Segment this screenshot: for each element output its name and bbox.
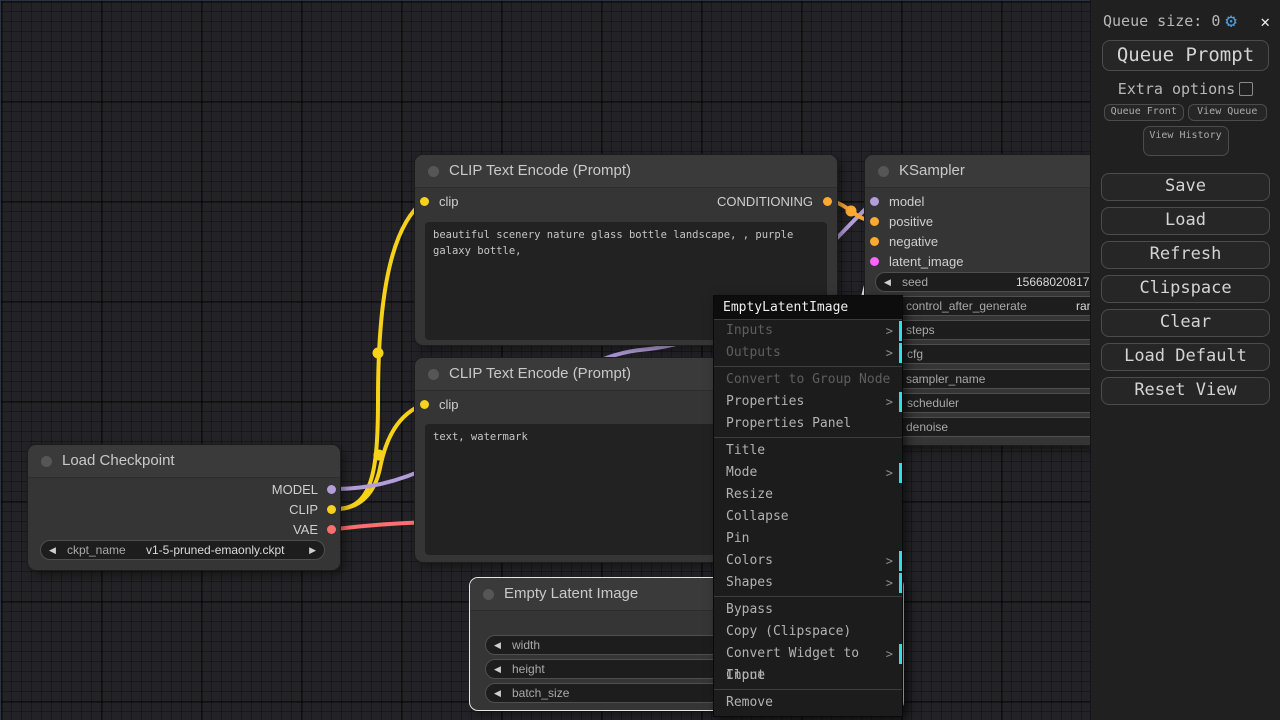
node-title: CLIP Text Encode (Prompt) (449, 365, 632, 382)
node-title: KSampler (899, 162, 965, 179)
queue-size-label: Queue size: 0 (1103, 12, 1221, 30)
menu-separator (714, 689, 902, 690)
submenu-bar (899, 392, 902, 412)
save-button[interactable]: Save (1101, 173, 1270, 201)
submenu-arrow-icon: > (885, 346, 893, 360)
input-label: negative (889, 234, 939, 249)
collapse-dot[interactable] (428, 369, 439, 380)
menu-item-copy-clipspace[interactable]: Copy (Clipspace) (714, 621, 902, 643)
input-slot-latent-image[interactable] (870, 257, 879, 266)
submenu-arrow-icon: > (885, 647, 893, 661)
input-slot-model[interactable] (870, 197, 879, 206)
collapse-dot[interactable] (41, 456, 52, 467)
prev-arrow-icon[interactable]: ◀ (49, 541, 56, 559)
queue-prompt-button[interactable]: Queue Prompt (1102, 40, 1269, 71)
submenu-bar (899, 551, 902, 571)
input-slot-clip[interactable] (420, 400, 429, 409)
menu-item-title[interactable]: Title (714, 440, 902, 462)
load-default-button[interactable]: Load Default (1101, 343, 1270, 371)
context-menu-title: EmptyLatentImage (714, 296, 902, 320)
submenu-bar (899, 573, 902, 593)
input-slot-negative[interactable] (870, 237, 879, 246)
clear-button[interactable]: Clear (1101, 309, 1270, 337)
output-label: MODEL (271, 482, 318, 497)
collapse-dot[interactable] (878, 166, 889, 177)
clipspace-button[interactable]: Clipspace (1101, 275, 1270, 303)
submenu-bar (899, 343, 902, 363)
output-label: CLIP (289, 502, 318, 517)
node-title: Load Checkpoint (62, 452, 175, 469)
output-slot-model[interactable] (327, 485, 336, 494)
collapse-dot[interactable] (428, 166, 439, 177)
submenu-arrow-icon: > (885, 466, 893, 480)
submenu-arrow-icon: > (885, 554, 893, 568)
input-label: clip (439, 194, 459, 209)
menu-item-collapse[interactable]: Collapse (714, 506, 902, 528)
decrement-arrow-icon[interactable]: ◀ (494, 660, 501, 678)
input-label: model (889, 194, 925, 209)
menu-item-colors[interactable]: Colors > (714, 550, 902, 572)
node-load-checkpoint[interactable]: Load Checkpoint MODEL CLIP VAE ◀ ckpt_na… (28, 445, 340, 570)
menu-item-clone[interactable]: Clone (714, 665, 902, 687)
refresh-button[interactable]: Refresh (1101, 241, 1270, 269)
settings-gear-icon[interactable]: ⚙ (1225, 11, 1236, 31)
view-history-button[interactable]: View History (1142, 126, 1229, 156)
widget-ckpt-name[interactable]: ◀ ckpt_name v1-5-pruned-emaonly.ckpt ▶ (40, 540, 325, 560)
input-slot-positive[interactable] (870, 217, 879, 226)
comfy-menu-panel: Queue size: 0 ⚙ ✕ Queue Prompt Extra opt… (1090, 0, 1280, 720)
input-label: clip (439, 397, 459, 412)
input-slot-clip[interactable] (420, 197, 429, 206)
submenu-bar (899, 321, 902, 341)
submenu-bar (899, 644, 902, 664)
menu-item-inputs: Inputs > (714, 320, 902, 342)
reset-view-button[interactable]: Reset View (1101, 377, 1270, 405)
submenu-arrow-icon: > (885, 395, 893, 409)
decrement-arrow-icon[interactable]: ◀ (884, 273, 891, 291)
menu-item-remove[interactable]: Remove (714, 692, 902, 714)
input-label: positive (889, 214, 934, 229)
menu-item-convert-widget-to-input[interactable]: Convert Widget to Input > (714, 643, 902, 683)
close-icon[interactable]: ✕ (1260, 12, 1270, 31)
submenu-bar (899, 463, 902, 483)
comfyui-app: CLIP Text Encode (Prompt) clip CONDITION… (0, 0, 1280, 720)
submenu-arrow-icon: > (885, 576, 893, 590)
decrement-arrow-icon[interactable]: ◀ (494, 684, 501, 702)
node-context-menu: EmptyLatentImage Inputs > Outputs > Conver… (713, 295, 903, 717)
menu-item-convert-to-group-node: Convert to Group Node (726, 372, 891, 387)
extra-options-checkbox[interactable] (1239, 82, 1254, 96)
output-slot-conditioning[interactable] (823, 197, 832, 206)
node-title: Empty Latent Image (504, 585, 639, 602)
output-slot-vae[interactable] (327, 525, 336, 534)
menu-item-shapes[interactable]: Shapes > (714, 572, 902, 594)
decrement-arrow-icon[interactable]: ◀ (494, 636, 501, 654)
menu-item-resize[interactable]: Resize (714, 484, 902, 506)
output-label: VAE (292, 522, 318, 537)
input-label: latent_image (889, 254, 964, 269)
menu-separator (714, 366, 902, 367)
menu-separator (714, 596, 902, 597)
menu-item-mode[interactable]: Mode > (714, 462, 902, 484)
menu-separator (714, 437, 902, 438)
extra-options-label: Extra options (1117, 80, 1236, 98)
collapse-dot[interactable] (483, 589, 494, 600)
view-queue-button[interactable]: View Queue (1187, 104, 1267, 121)
menu-item-bypass[interactable]: Bypass (714, 599, 902, 621)
queue-front-button[interactable]: Queue Front (1104, 104, 1184, 121)
menu-item-properties-panel[interactable]: Properties Panel (714, 413, 902, 435)
output-slot-clip[interactable] (327, 505, 336, 514)
node-title: CLIP Text Encode (Prompt) (449, 162, 632, 179)
menu-item-outputs: Outputs > (714, 342, 902, 364)
output-label: CONDITIONING (716, 194, 813, 209)
menu-item-properties[interactable]: Properties > (714, 391, 902, 413)
next-arrow-icon[interactable]: ▶ (309, 541, 316, 559)
load-button[interactable]: Load (1101, 207, 1270, 235)
menu-item-pin[interactable]: Pin (714, 528, 902, 550)
submenu-arrow-icon: > (885, 324, 893, 338)
